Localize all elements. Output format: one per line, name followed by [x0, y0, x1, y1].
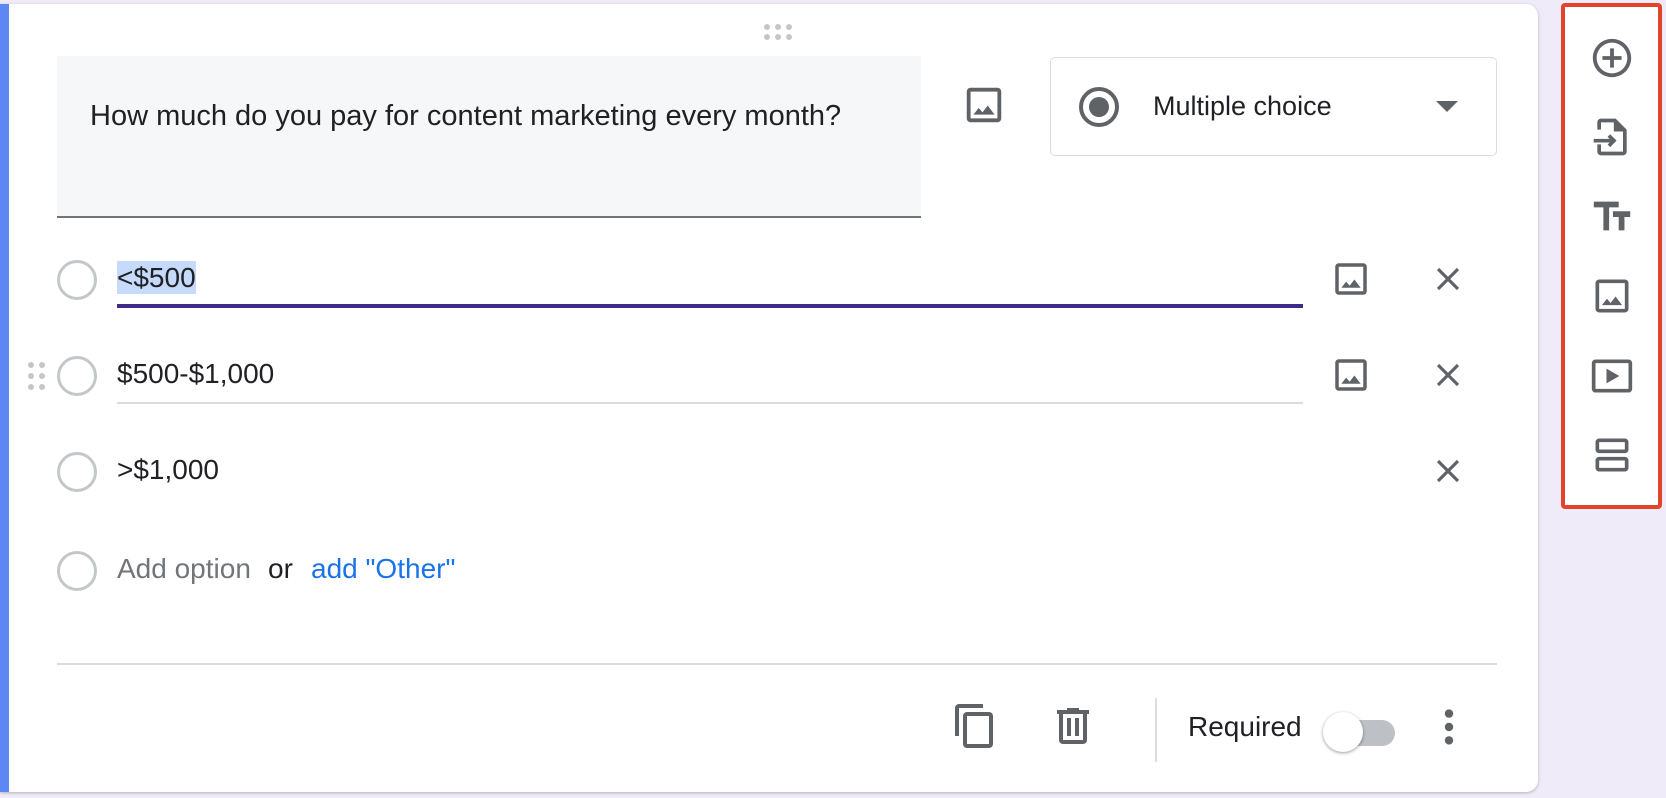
option-drag-handle-icon[interactable]: [28, 362, 48, 396]
option-radio-icon: [57, 452, 97, 492]
delete-icon[interactable]: [1049, 700, 1097, 752]
remove-option-icon[interactable]: [1429, 356, 1467, 394]
remove-option-icon[interactable]: [1429, 452, 1467, 490]
radio-button-icon: [1079, 86, 1119, 127]
more-options-icon[interactable]: [1434, 704, 1464, 750]
or-text: or: [268, 553, 293, 584]
question-card[interactable]: How much do you pay for content marketin…: [0, 4, 1538, 792]
option-label: >$1,000: [117, 454, 219, 485]
add-option-row: Add option or add "Other": [57, 543, 757, 599]
add-option-image-icon[interactable]: [1330, 354, 1372, 396]
option-input[interactable]: $500-$1,000: [117, 348, 1303, 404]
add-option-image-icon[interactable]: [1330, 258, 1372, 300]
required-toggle[interactable]: [1323, 710, 1401, 754]
option-label: <$500: [117, 261, 196, 294]
question-title-field[interactable]: How much do you pay for content marketin…: [57, 56, 921, 218]
option-radio-icon: [57, 260, 97, 300]
option-row: $500-$1,000: [57, 348, 1477, 404]
option-radio-icon: [57, 551, 97, 591]
add-title-icon[interactable]: [1585, 190, 1639, 244]
option-radio-icon: [57, 356, 97, 396]
add-video-icon[interactable]: [1585, 349, 1639, 403]
option-row: <$500: [57, 252, 1477, 308]
footer-separator: [1155, 698, 1157, 762]
side-toolbar: [1561, 3, 1662, 509]
add-option-button[interactable]: Add option: [117, 553, 251, 585]
footer-divider: [57, 663, 1497, 665]
chevron-down-icon: [1436, 101, 1458, 112]
import-questions-icon[interactable]: [1585, 110, 1639, 164]
add-question-image-icon[interactable]: [960, 82, 1008, 128]
question-type-label: Multiple choice: [1153, 91, 1332, 121]
option-row: >$1,000: [57, 444, 1477, 500]
remove-option-icon[interactable]: [1429, 260, 1467, 298]
add-other-link[interactable]: add "Other": [311, 553, 455, 585]
toggle-thumb: [1323, 712, 1363, 752]
drag-handle-icon[interactable]: [762, 24, 794, 40]
add-section-icon[interactable]: [1585, 428, 1639, 482]
option-input[interactable]: >$1,000: [117, 444, 1303, 500]
add-question-icon[interactable]: [1585, 31, 1639, 85]
question-type-dropdown[interactable]: Multiple choice: [1050, 57, 1497, 156]
question-title: How much do you pay for content marketin…: [90, 100, 842, 132]
required-label: Required: [1188, 711, 1302, 742]
option-label: $500-$1,000: [117, 358, 275, 389]
option-input[interactable]: <$500: [117, 252, 1303, 308]
duplicate-icon[interactable]: [951, 700, 999, 752]
add-image-icon[interactable]: [1585, 269, 1639, 323]
